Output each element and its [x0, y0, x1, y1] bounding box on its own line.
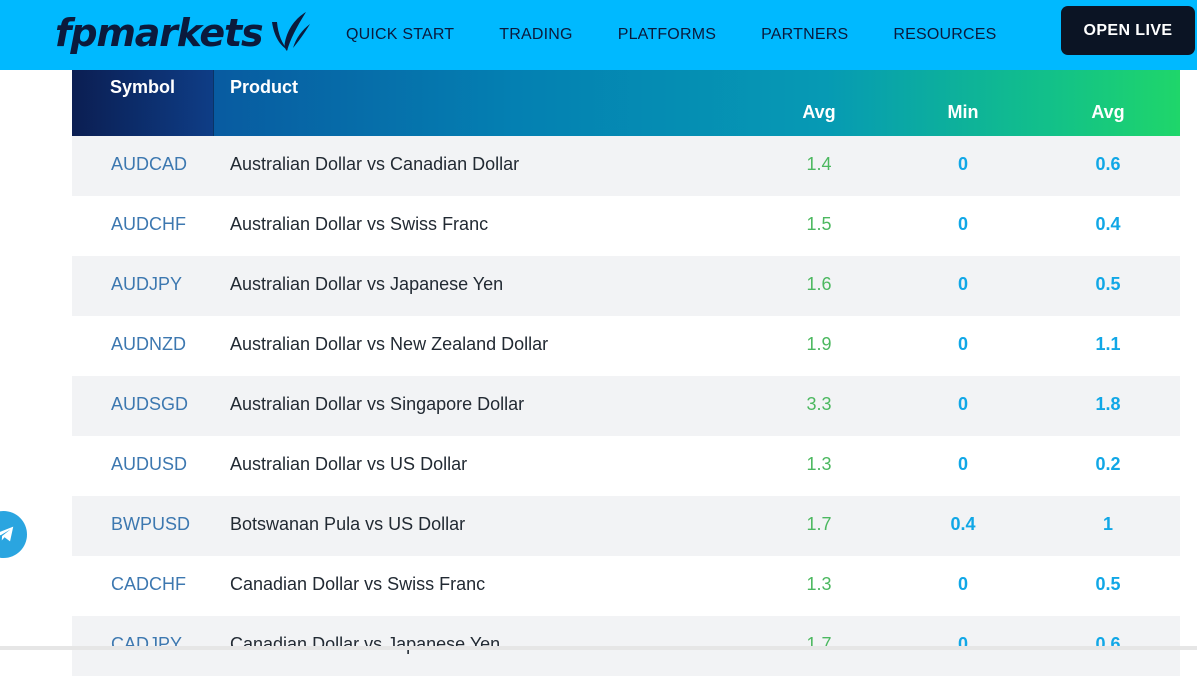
avg-spread-cell: 1.3	[806, 574, 832, 594]
fpmarkets-logo[interactable]: fpmarkets	[55, 10, 312, 56]
avg-raw-spread-cell: 0.5	[1095, 274, 1121, 294]
product-cell: Australian Dollar vs Japanese Yen	[230, 274, 504, 294]
symbol-column-header: Symbol	[110, 77, 176, 97]
avg-spread-cell: 1.4	[806, 154, 832, 174]
min-spread-cell: 0	[957, 214, 968, 234]
table-row: CADCHF Canadian Dollar vs Swiss Franc 1.3 0…	[72, 556, 1180, 616]
avg-spread-cell: 3.3	[806, 394, 832, 414]
min-spread-cell: 0	[957, 574, 968, 594]
avg-spread-cell: 1.7	[806, 634, 832, 654]
nav-quick-start[interactable]: QUICK START	[346, 26, 454, 44]
avg-raw-spread-cell: 0.5	[1095, 574, 1121, 594]
avg-raw-spread-cell: 0.4	[1095, 214, 1121, 234]
min-spread-cell: 0	[957, 334, 968, 354]
avg-spread-cell: 1.6	[806, 274, 832, 294]
table-row: AUDCHF Australian Dollar vs Swiss Franc 1.…	[72, 196, 1180, 256]
avg-spread-cell: 1.7	[806, 514, 832, 534]
table-row: AUDNZD Australian Dollar vs New Zealand D…	[72, 316, 1180, 376]
table-row: AUDUSD Australian Dollar vs US Dollar 1.3 0…	[72, 436, 1180, 496]
telegram-button[interactable]	[0, 511, 27, 558]
table-header: Symbol Product Avg Min Avg	[72, 70, 1180, 136]
main-nav: QUICK START TRADING PLATFORMS PARTNERS R…	[346, 26, 1042, 44]
avg-spread-cell: 1.5	[806, 214, 832, 234]
symbol-cell[interactable]: AUDSGD	[111, 394, 188, 415]
table-row: BWPUSD Botswanan Pula vs US Dollar 1.7 0.4 1	[72, 496, 1180, 556]
avg-spread-cell: 1.9	[806, 334, 832, 354]
avg-spread-cell: 1.3	[806, 454, 832, 474]
nav-trading[interactable]: TRADING	[499, 26, 572, 44]
symbol-cell[interactable]: BWPUSD	[111, 514, 190, 535]
min-column-header: Min	[947, 102, 979, 122]
product-cell: Australian Dollar vs US Dollar	[230, 454, 468, 474]
product-cell: Australian Dollar vs Canadian Dollar	[230, 154, 520, 174]
site-header: fpmarkets QUICK START TRADING PLATFORMS …	[0, 0, 1197, 70]
symbol-cell[interactable]: AUDCAD	[111, 154, 187, 175]
min-spread-cell: 0	[957, 394, 968, 414]
nav-partners[interactable]: PARTNERS	[761, 26, 848, 44]
nav-resources[interactable]: RESOURCES	[893, 26, 996, 44]
symbol-cell[interactable]: AUDNZD	[111, 334, 186, 355]
table-row: AUDSGD Australian Dollar vs Singapore Dol…	[72, 376, 1180, 436]
table-row: AUDJPY Australian Dollar vs Japanese Yen 1…	[72, 256, 1180, 316]
product-column-header: Product	[230, 77, 299, 97]
product-cell: Australian Dollar vs Swiss Franc	[230, 214, 489, 234]
telegram-icon	[0, 526, 14, 542]
symbol-cell[interactable]: CADCHF	[111, 574, 186, 595]
avg-column-header: Avg	[802, 102, 836, 122]
table-body: AUDCAD Australian Dollar vs Canadian Doll…	[72, 136, 1180, 676]
min-spread-cell: 0	[957, 274, 968, 294]
product-cell: Canadian Dollar vs Swiss Franc	[230, 574, 486, 594]
avg2-column-header: Avg	[1091, 102, 1125, 122]
symbol-cell[interactable]: AUDUSD	[111, 454, 187, 475]
product-cell: Canadian Dollar vs Japanese Yen	[230, 634, 501, 654]
avg-raw-spread-cell: 0.6	[1095, 154, 1121, 174]
avg-raw-spread-cell: 1.8	[1095, 394, 1121, 414]
product-cell: Botswanan Pula vs US Dollar	[230, 514, 466, 534]
bottom-divider	[0, 646, 1197, 650]
avg-raw-spread-cell: 0.2	[1095, 454, 1121, 474]
table-row: AUDCAD Australian Dollar vs Canadian Doll…	[72, 136, 1180, 196]
symbol-cell[interactable]: AUDCHF	[111, 214, 186, 235]
avg-raw-spread-cell: 1.1	[1095, 334, 1121, 354]
nav-platforms[interactable]: PLATFORMS	[618, 26, 716, 44]
min-spread-cell: 0	[957, 454, 968, 474]
min-spread-cell: 0	[957, 634, 968, 654]
logo-wordmark: fpmarkets	[55, 11, 264, 55]
open-live-button[interactable]: OPEN LIVE	[1061, 6, 1195, 55]
spreads-table: Symbol Product Avg Min Avg AUDCAD Austral…	[72, 70, 1180, 676]
min-spread-cell: 0.4	[950, 514, 976, 534]
logo-swoosh-icon	[272, 12, 311, 51]
symbol-cell[interactable]: AUDJPY	[111, 274, 182, 295]
product-cell: Australian Dollar vs New Zealand Dollar	[230, 334, 549, 354]
avg-raw-spread-cell: 1	[1102, 514, 1113, 534]
symbol-cell[interactable]: CADJPY	[111, 634, 182, 655]
min-spread-cell: 0	[957, 154, 968, 174]
avg-raw-spread-cell: 0.6	[1095, 634, 1121, 654]
product-cell: Australian Dollar vs Singapore Dollar	[230, 394, 525, 414]
